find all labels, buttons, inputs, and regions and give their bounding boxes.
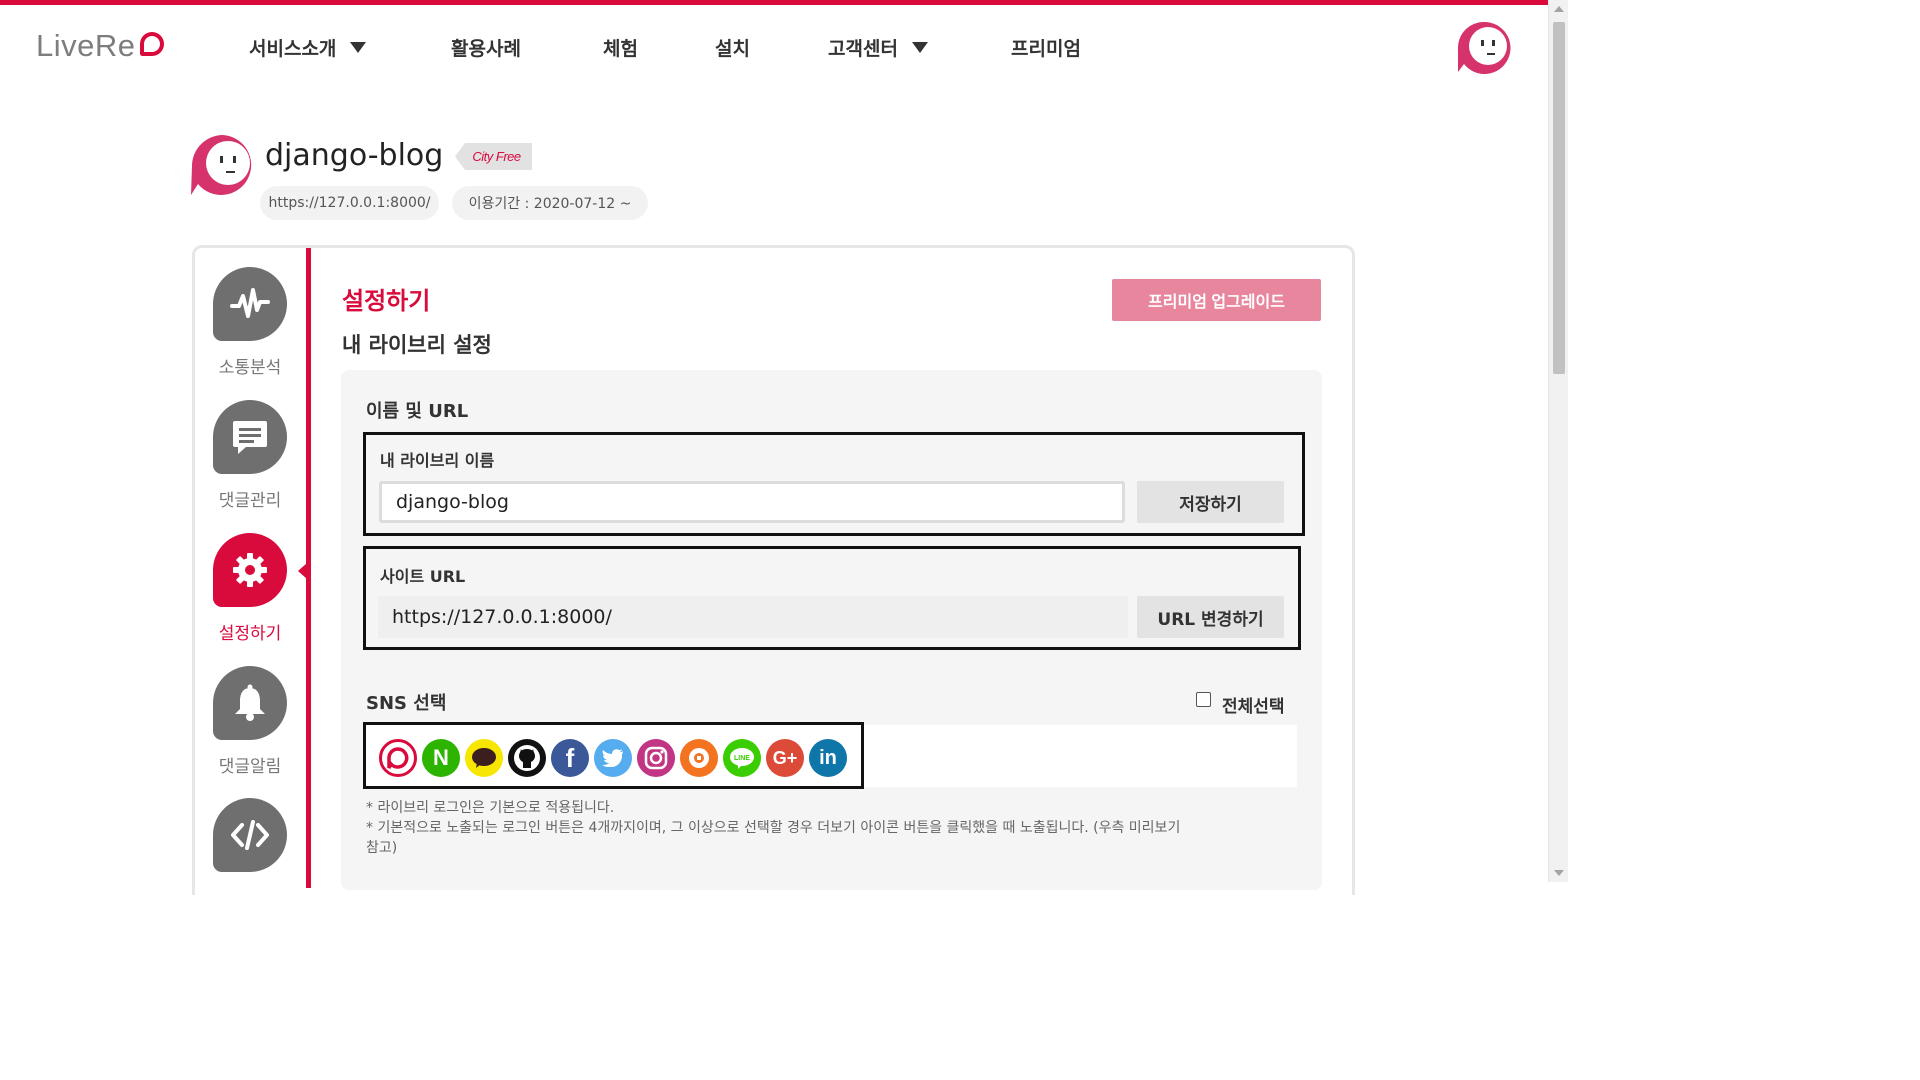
section-subtitle: 내 라이브리 설정 xyxy=(342,333,492,357)
plan-badge: City Free xyxy=(455,143,532,170)
linkedin-icon[interactable]: in xyxy=(809,739,847,777)
nav-label: 고객센터 xyxy=(828,37,898,60)
sidebar-label: 댓글알림 xyxy=(218,757,282,777)
select-all-label[interactable]: 전체선택 xyxy=(1222,692,1285,717)
sidebar-label: 소통분석 xyxy=(218,358,282,378)
sidebar-item-code[interactable] xyxy=(195,798,305,872)
project-avatar-icon xyxy=(191,135,252,195)
gear-icon xyxy=(213,533,287,607)
sns-note-default: * 라이브리 로그인은 기본으로 적용됩니다. xyxy=(366,800,615,816)
section-title: 설정하기 xyxy=(342,287,431,315)
facebook-icon[interactable]: f xyxy=(551,739,589,777)
instagram-icon[interactable] xyxy=(637,739,675,777)
premium-upgrade-button[interactable]: 프리미엄 업그레이드 xyxy=(1112,279,1321,321)
google-plus-icon[interactable]: G+ xyxy=(766,739,804,777)
sidebar-label: 설정하기 xyxy=(218,624,282,644)
code-icon xyxy=(213,798,287,872)
save-button[interactable]: 저장하기 xyxy=(1137,481,1284,523)
kakao-icon[interactable] xyxy=(465,739,503,777)
comment-icon xyxy=(213,400,287,474)
pulse-icon xyxy=(213,267,287,341)
github-icon[interactable] xyxy=(508,739,546,777)
nav-item-support[interactable]: 고객센터 xyxy=(828,34,928,60)
project-name: django-blog xyxy=(265,138,444,173)
twitter-icon[interactable] xyxy=(594,739,632,777)
project-period-pill: 이용기간 : 2020-07-12 ~ xyxy=(452,186,648,220)
site-url-section: 사이트 URL https://127.0.0.1:8000/ URL 변경하기 xyxy=(363,546,1301,650)
nav-label: 활용사례 xyxy=(451,37,521,60)
sns-note-reference: 참고) xyxy=(366,840,398,856)
nav-item-install[interactable]: 설치 xyxy=(715,34,750,60)
top-accent-bar xyxy=(0,0,1548,5)
nav-label: 설치 xyxy=(715,37,750,60)
library-name-label: 내 라이브리 이름 xyxy=(380,451,495,470)
sidebar-item-notifications[interactable]: 댓글알림 xyxy=(195,666,305,777)
caret-down-icon xyxy=(350,41,367,53)
library-name-section: 내 라이브리 이름 django-blog 저장하기 xyxy=(363,432,1305,536)
daum-icon[interactable] xyxy=(680,739,718,777)
livere-logo[interactable]: LiveRe xyxy=(36,28,164,64)
sidebar: 소통분석 댓글관리 설정하기 댓글알림 xyxy=(195,248,305,888)
select-all-checkbox[interactable] xyxy=(1196,692,1211,707)
nav-label: 체험 xyxy=(603,37,638,60)
sns-provider-list: N f LINE G+ in xyxy=(363,722,864,789)
page-scrollbar[interactable] xyxy=(1548,0,1568,882)
scrollbar-thumb[interactable] xyxy=(1553,22,1565,374)
nav-item-service[interactable]: 서비스소개 xyxy=(249,34,367,60)
logo-text: LiveRe xyxy=(36,28,136,63)
user-avatar-icon[interactable] xyxy=(1456,20,1512,74)
sidebar-label: 댓글관리 xyxy=(218,491,282,511)
svg-text:LINE: LINE xyxy=(734,755,750,762)
site-url-label: 사이트 URL xyxy=(380,567,466,586)
line-icon[interactable]: LINE xyxy=(723,739,761,777)
active-pointer-icon xyxy=(298,563,307,579)
nav-item-trial[interactable]: 체험 xyxy=(603,34,638,60)
sns-heading: SNS 선택 xyxy=(366,693,447,714)
scroll-down-icon[interactable] xyxy=(1554,870,1564,876)
nav-item-cases[interactable]: 활용사례 xyxy=(451,34,521,60)
sidebar-item-comments[interactable]: 댓글관리 xyxy=(195,400,305,511)
library-name-input[interactable]: django-blog xyxy=(379,481,1125,523)
project-url-pill: https://127.0.0.1:8000/ xyxy=(260,186,439,220)
nav-label: 서비스소개 xyxy=(249,37,337,60)
sidebar-item-analytics[interactable]: 소통분석 xyxy=(195,267,305,378)
livere-icon[interactable] xyxy=(379,739,417,777)
bell-icon xyxy=(213,666,287,740)
logo-bubble-icon xyxy=(139,32,164,56)
caret-down-icon xyxy=(911,41,928,53)
change-url-button[interactable]: URL 변경하기 xyxy=(1137,596,1284,638)
sns-note-limit: * 기본적으로 노출되는 로그인 버튼은 4개까지이며, 그 이상으로 선택할 … xyxy=(366,820,1181,836)
name-url-heading: 이름 및 URL xyxy=(366,401,469,422)
site-url-input[interactable]: https://127.0.0.1:8000/ xyxy=(378,596,1128,638)
scroll-up-icon[interactable] xyxy=(1554,6,1564,12)
nav-label: 프리미엄 xyxy=(1011,37,1081,60)
nav-item-premium[interactable]: 프리미엄 xyxy=(1011,34,1081,60)
sidebar-item-settings[interactable]: 설정하기 xyxy=(195,533,305,644)
naver-icon[interactable]: N xyxy=(422,739,460,777)
